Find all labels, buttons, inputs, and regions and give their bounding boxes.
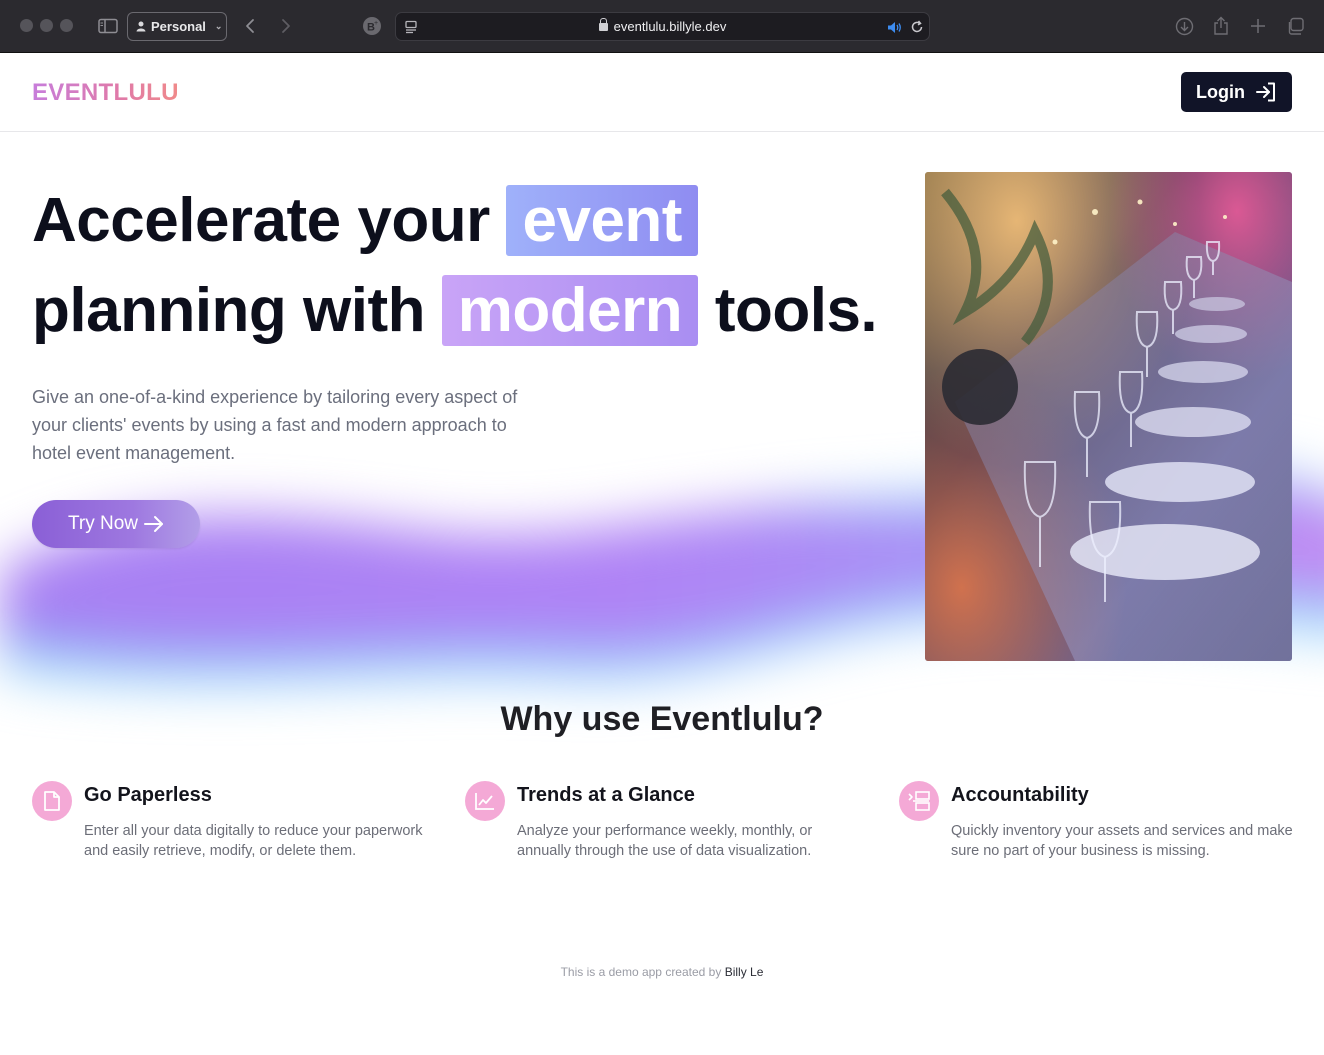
hero-event-table-photo (925, 172, 1292, 661)
feature-title: Trends at a Glance (517, 784, 695, 806)
try-now-button[interactable]: Try Now (32, 500, 200, 548)
site-logo[interactable]: EVENTLULU (32, 79, 179, 107)
tab-overview-icon[interactable] (1284, 14, 1306, 38)
close-window-icon[interactable] (20, 19, 33, 32)
new-tab-icon[interactable] (1247, 14, 1269, 38)
headline-highlight-event: event (506, 185, 698, 256)
share-icon[interactable] (1210, 14, 1232, 38)
minimize-window-icon[interactable] (40, 19, 53, 32)
back-icon[interactable] (240, 14, 260, 38)
svg-text:+: + (374, 20, 378, 27)
sidebar-toggle-icon[interactable] (96, 14, 120, 38)
headline-part-3: tools. (714, 276, 878, 345)
chevron-down-icon: ⌄ (214, 21, 223, 31)
page-footer: This is a demo app created by Billy Le (0, 965, 1324, 979)
headline-part-1: Accelerate your (32, 186, 490, 255)
url-display: eventlulu.billyle.dev (396, 18, 929, 34)
feature-title: Go Paperless (84, 784, 212, 806)
browser-toolbar: Personal ⌄ B + eventlulu.billyle.dev (0, 0, 1324, 53)
zoom-window-icon[interactable] (60, 19, 73, 32)
headline-part-2: planning with (32, 276, 426, 345)
address-bar[interactable]: eventlulu.billyle.dev (395, 12, 930, 41)
feature-description: Enter all your data digitally to reduce … (84, 823, 423, 859)
document-icon (32, 781, 72, 821)
downloads-icon[interactable] (1173, 14, 1195, 38)
speaker-icon[interactable] (886, 17, 902, 37)
chart-icon (465, 781, 505, 821)
headline-highlight-modern: modern (441, 275, 699, 346)
try-now-label: Try Now (67, 513, 139, 534)
footer-text: This is a demo app created by (560, 965, 722, 979)
url-text: eventlulu.billyle.dev (613, 19, 727, 34)
banquet-table-image (925, 172, 1292, 661)
reload-icon[interactable] (908, 17, 926, 37)
why-section-title: Why use Eventlulu? (500, 700, 824, 738)
profile-switcher[interactable]: Personal ⌄ (127, 12, 227, 41)
login-label: Login (1196, 81, 1245, 102)
login-button[interactable]: Login (1181, 72, 1292, 112)
arrow-right-icon (144, 516, 164, 532)
checklist-icon (899, 781, 939, 821)
person-icon (136, 21, 146, 32)
feature-description: Analyze your performance weekly, monthly… (517, 823, 813, 859)
feature-title: Accountability (951, 784, 1089, 806)
feature-description: Quickly inventory your assets and servic… (951, 823, 1293, 859)
extension-icon[interactable]: B + (361, 14, 383, 38)
profile-label: Personal (151, 19, 206, 34)
site-header: EVENTLULU Login (0, 53, 1324, 132)
login-icon (1255, 82, 1275, 102)
hero-description: Give an one-of-a-kind experience by tail… (32, 387, 518, 463)
author-link[interactable]: Billy Le (725, 965, 764, 979)
lock-icon (598, 18, 608, 31)
hero-headline: Accelerate your event planning with mode… (32, 176, 892, 356)
forward-icon[interactable] (276, 14, 296, 38)
